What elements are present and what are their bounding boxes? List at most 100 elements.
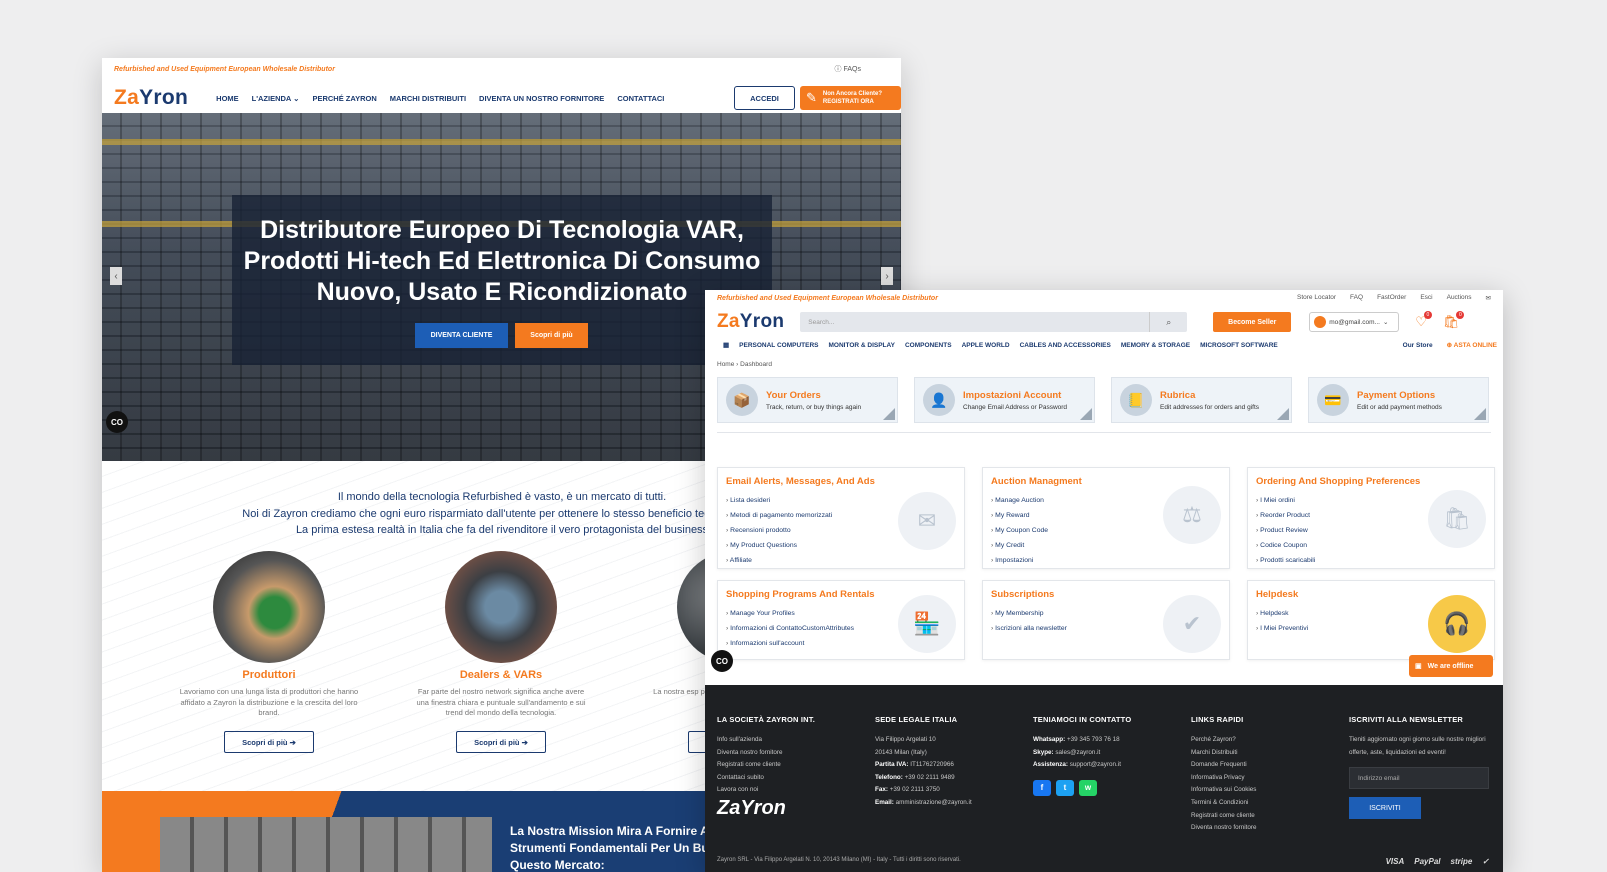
address-line: Via Filippo Argelati 10 (875, 736, 936, 743)
search-input[interactable]: Search... ⌕ (800, 312, 1188, 332)
logo[interactable]: ZaYron (717, 311, 784, 333)
footer-link[interactable]: Registrati come cliente (1191, 810, 1341, 823)
footer-link[interactable]: Perché Zayron? (1191, 734, 1341, 747)
top-links: Store Locator FAQ FastOrder Esci Auction… (1297, 294, 1491, 302)
tagline: Refurbished and Used Equipment European … (114, 65, 335, 73)
breadcrumb-separator: › (736, 361, 739, 368)
fastorder-link[interactable]: FastOrder (1377, 294, 1406, 302)
gavel-icon: ⚖ (1163, 486, 1221, 544)
tile-title: Payment Options (1357, 389, 1436, 401)
breadcrumb-home[interactable]: Home (717, 361, 734, 368)
subscription-icon: ✔ (1163, 595, 1221, 653)
producers-title: Produttori (242, 669, 296, 681)
menu-azienda[interactable]: L'AZIENDA ⌄ (252, 94, 300, 103)
slider-next-icon[interactable]: › (881, 267, 893, 285)
headset-icon: 🎧 (1428, 595, 1486, 653)
faq-link[interactable]: ⓘ FAQs (835, 64, 861, 74)
footer-link[interactable]: Marchi Distribuiti (1191, 747, 1341, 760)
cat-cables[interactable]: CABLES AND ACCESSORIES (1020, 342, 1111, 349)
mission-line3: Questo Mercato: (510, 858, 605, 872)
card-link[interactable]: Affiliate (726, 553, 964, 568)
shopping-bag-icon: 🛍 (1428, 490, 1486, 548)
user-icon: 👤 (923, 384, 955, 416)
footer-link[interactable]: Registrati come cliente (717, 759, 867, 772)
tile-your-orders[interactable]: 📦 Your Orders Track, return, or buy thing… (717, 377, 898, 423)
payment-icon: 💳 (1317, 384, 1349, 416)
avatar (1314, 316, 1327, 328)
faq-link[interactable]: FAQ (1350, 294, 1363, 302)
footer-link[interactable]: Informativa sui Cookies (1191, 784, 1341, 797)
tile-address-book[interactable]: 📒 Rubrica Edit addresses for orders and g… (1111, 377, 1292, 423)
twitter-icon[interactable]: t (1056, 779, 1074, 796)
footer-link[interactable]: Lavora con noi (717, 784, 867, 797)
store-icon: 🏪 (898, 595, 956, 653)
card-link[interactable]: Impostazioni (991, 553, 1229, 568)
footer-link[interactable]: Diventa nostro fornitore (1191, 822, 1341, 835)
card-shopping-programs: Shopping Programs And Rentals Manage You… (717, 580, 965, 660)
footer-link[interactable]: Diventa nostro fornitore (717, 747, 867, 760)
topbar: Refurbished and Used Equipment European … (114, 62, 861, 76)
newsletter-email-input[interactable]: Indirizzo email (1349, 767, 1489, 790)
search-placeholder: Search... (808, 318, 835, 326)
chat-icon: ▣ (1415, 663, 1422, 670)
footer: LA SOCIETÀ ZAYRON INT. Info sull'azienda… (705, 685, 1503, 872)
footer-link[interactable]: Contattaci subito (717, 772, 867, 785)
menu-contattaci[interactable]: CONTATTACI (617, 94, 664, 103)
tile-payment-options[interactable]: 💳 Payment Options Edit or add payment met… (1308, 377, 1489, 423)
facebook-icon[interactable]: f (1033, 779, 1051, 796)
logo[interactable]: ZaYron (114, 86, 188, 110)
discover-more-button[interactable]: Scopri di più (515, 323, 588, 348)
register-button[interactable]: ✎ Non Ancora Cliente? REGISTRATI ORA (800, 86, 901, 110)
card-link[interactable]: Prodotti scaricabili (1256, 553, 1494, 568)
header: ZaYron Search... ⌕ Become Seller mo@gmai… (717, 308, 1491, 336)
subscribe-button[interactable]: ISCRIVITI (1349, 797, 1421, 820)
tile-account-settings[interactable]: 👤 Impostazioni Account Change Email Addre… (914, 377, 1095, 423)
mail-icon[interactable]: ✉ (1486, 294, 1491, 302)
footer-link[interactable]: Informativa Privacy (1191, 772, 1341, 785)
auctions-link[interactable]: Auctions (1447, 294, 1472, 302)
menu-fornitore[interactable]: DIVENTA UN NOSTRO FORNITORE (479, 94, 604, 103)
chat-offline-button[interactable]: ▣ We are offline (1409, 655, 1493, 677)
category-nav: ▦ PERSONAL COMPUTERS MONITOR & DISPLAY C… (723, 338, 1497, 352)
dashboard-window: Refurbished and Used Equipment European … (705, 290, 1503, 872)
whatsapp-icon[interactable]: w (1079, 779, 1097, 796)
account-dropdown[interactable]: mo@gmail.com... ⌄ (1309, 312, 1400, 332)
address-line: 20143 Milan (Italy) (875, 748, 927, 756)
footer-logo[interactable]: ZaYron (717, 797, 786, 820)
producers-button[interactable]: Scopri di più ➔ (224, 731, 314, 753)
footer-quick-links: LINKS RAPIDI Perché Zayron? Marchi Distr… (1191, 715, 1341, 835)
menu-home[interactable]: HOME (216, 94, 239, 103)
card-email-alerts: Email Alerts, Messages, And Ads Lista de… (717, 467, 965, 569)
cookie-consent-icon[interactable]: CO (711, 650, 733, 672)
menu-marchi[interactable]: MARCHI DISTRIBUITI (390, 94, 466, 103)
cart-icon[interactable]: 🛍 0 (1443, 311, 1465, 330)
login-button[interactable]: ACCEDI (734, 86, 795, 110)
footer-link[interactable]: Domande Frequenti (1191, 759, 1341, 772)
email-line: Email: amministrazione@zayron.it (875, 798, 972, 806)
cat-apple-world[interactable]: APPLE WORLD (962, 342, 1010, 349)
search-icon[interactable]: ⌕ (1149, 312, 1187, 332)
cat-monitor-display[interactable]: MONITOR & DISPLAY (829, 342, 895, 349)
support-line: Assistenza: support@zayron.it (1033, 761, 1121, 769)
logout-link[interactable]: Esci (1420, 294, 1432, 302)
edit-icon: ✎ (806, 90, 817, 105)
become-client-button[interactable]: DIVENTA CLIENTE (415, 323, 508, 348)
cat-microsoft-software[interactable]: MICROSOFT SOFTWARE (1200, 342, 1278, 349)
dealers-button[interactable]: Scopri di più ➔ (456, 731, 546, 753)
cookie-consent-icon[interactable]: CO (106, 411, 128, 433)
menu-perche[interactable]: PERCHÉ ZAYRON (312, 94, 376, 103)
cat-components[interactable]: COMPONENTS (905, 342, 952, 349)
become-seller-button[interactable]: Become Seller (1213, 312, 1292, 332)
cat-memory-storage[interactable]: MEMORY & STORAGE (1121, 342, 1190, 349)
slider-prev-icon[interactable]: ‹ (110, 267, 122, 285)
tile-subtitle: Edit or add payment methods (1357, 403, 1442, 411)
our-store-link[interactable]: Our Store (1403, 342, 1433, 349)
store-locator-link[interactable]: Store Locator (1297, 294, 1336, 302)
footer-link[interactable]: Termini & Condizioni (1191, 797, 1341, 810)
asta-online-link[interactable]: ⊕ ASTA ONLINE (1447, 341, 1497, 349)
footer-heading: LA SOCIETÀ ZAYRON INT. (717, 715, 816, 724)
footer-link[interactable]: Info sull'azienda (717, 734, 867, 747)
divider (717, 432, 1491, 433)
cat-personal-computers[interactable]: PERSONAL COMPUTERS (739, 342, 818, 349)
wishlist-icon[interactable]: ♡ 0 (1415, 311, 1432, 330)
